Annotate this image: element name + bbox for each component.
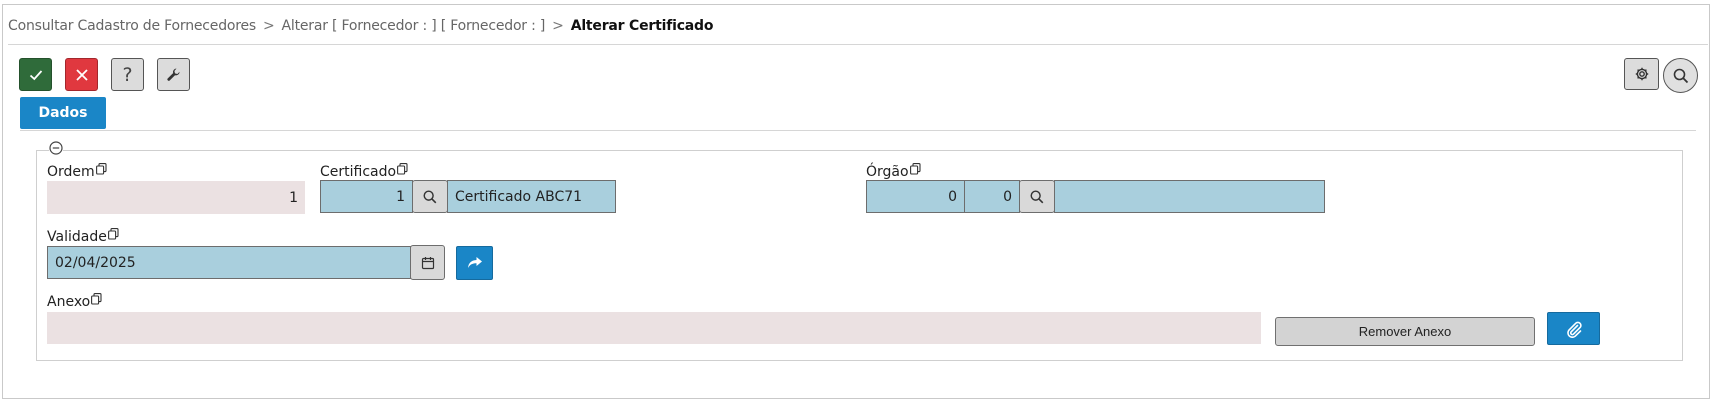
calendar-button[interactable] (410, 245, 445, 280)
calendar-icon (421, 256, 434, 269)
breadcrumb-separator: > (263, 18, 275, 34)
breadcrumb: Consultar Cadastro de Fornecedores > Alter… (8, 18, 713, 34)
certificado-lookup-button[interactable] (412, 180, 448, 213)
search-button[interactable] (1663, 58, 1698, 93)
orgao-code2-input[interactable]: 0 (964, 180, 1020, 213)
ordem-label: Ordem (47, 164, 95, 180)
orgao-label: Órgão (866, 164, 909, 180)
close-icon (75, 68, 88, 81)
gear-icon (1635, 67, 1648, 81)
help-label: ? (122, 63, 133, 86)
paperclip-icon (1566, 321, 1582, 338)
copy-icon[interactable] (95, 163, 107, 175)
breadcrumb-divider (8, 44, 1708, 45)
breadcrumb-separator: > (552, 18, 564, 34)
orgao-label-wrap: Órgão (866, 163, 921, 180)
copy-icon[interactable] (91, 293, 102, 305)
ordem-label-wrap: Ordem (47, 163, 107, 180)
check-icon (29, 69, 42, 80)
attach-button[interactable] (1547, 312, 1600, 345)
settings-button[interactable] (1624, 58, 1659, 90)
orgao-lookup-button[interactable] (1019, 180, 1055, 213)
copy-icon[interactable] (107, 228, 119, 240)
validade-label: Validade (47, 229, 107, 245)
validade-label-wrap: Validade (47, 228, 119, 245)
ordem-field: 1 (47, 181, 305, 214)
collapse-section-icon[interactable] (49, 141, 63, 155)
anexo-label: Anexo (47, 294, 91, 310)
share-button[interactable] (456, 246, 493, 280)
tab-divider (20, 130, 1696, 131)
wrench-icon (166, 68, 180, 81)
breadcrumb-item-current: Alterar Certificado (570, 18, 714, 34)
cancel-button[interactable] (65, 58, 98, 91)
certificado-label-wrap: Certificado (320, 163, 408, 180)
copy-icon[interactable] (909, 163, 921, 175)
help-button[interactable]: ? (111, 58, 144, 91)
orgao-code1-input[interactable]: 0 (866, 180, 965, 213)
confirm-button[interactable] (19, 58, 52, 91)
certificado-code-input[interactable]: 1 (320, 180, 413, 213)
certificado-label: Certificado (320, 164, 397, 180)
breadcrumb-item-alterar-fornecedor[interactable]: Alterar [ Fornecedor : ] [ Fornecedor : … (282, 18, 546, 34)
search-icon (1030, 190, 1044, 203)
validade-date-input[interactable]: 02/04/2025 (47, 246, 411, 279)
share-forward-icon (467, 257, 482, 268)
tools-button[interactable] (157, 58, 190, 91)
anexo-field (47, 312, 1261, 344)
orgao-description-field (1054, 180, 1325, 213)
search-icon (423, 190, 437, 203)
copy-icon[interactable] (397, 163, 408, 175)
remove-attachment-button[interactable]: Remover Anexo (1275, 317, 1535, 346)
tab-dados-label: Dados (38, 105, 88, 121)
certificado-description-field: Certificado ABC71 (447, 180, 616, 213)
breadcrumb-item-consultar[interactable]: Consultar Cadastro de Fornecedores (8, 18, 256, 34)
remove-attachment-label: Remover Anexo (1358, 324, 1452, 339)
search-icon (1673, 68, 1688, 83)
tab-dados[interactable]: Dados (20, 97, 106, 129)
anexo-label-wrap: Anexo (47, 293, 102, 310)
